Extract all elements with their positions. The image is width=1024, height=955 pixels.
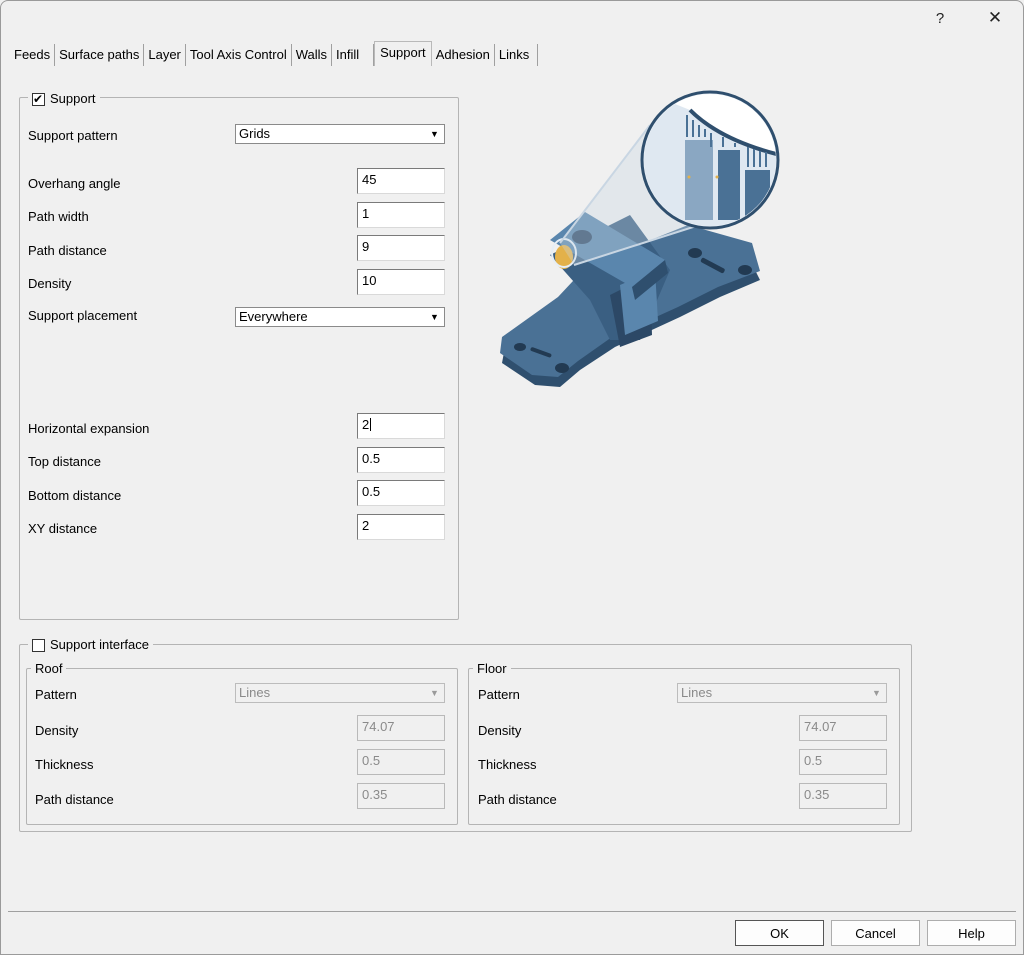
support-interface-title: Support interface bbox=[50, 637, 150, 652]
support-interface-legend: Support interface bbox=[28, 637, 154, 653]
roof-density-label: Density bbox=[35, 723, 79, 738]
roof-thickness-label: Thickness bbox=[35, 757, 94, 772]
path-width-input[interactable]: 1 bbox=[357, 202, 445, 228]
support-illustration bbox=[500, 90, 780, 387]
roof-density-input[interactable]: 74.07 bbox=[357, 715, 445, 741]
roof-pattern-label: Pattern bbox=[35, 687, 77, 702]
overhang-angle-input[interactable]: 45 bbox=[357, 168, 445, 194]
support-pattern-value: Grids bbox=[239, 126, 271, 141]
floor-title: Floor bbox=[477, 661, 507, 676]
top-distance-input[interactable]: 0.5 bbox=[357, 447, 445, 473]
floor-path-distance-label: Path distance bbox=[478, 792, 557, 807]
roof-pattern-value: Lines bbox=[239, 685, 271, 700]
tab-strip: Feeds Surface paths Layer Tool Axis Cont… bbox=[10, 41, 539, 66]
support-pattern-select[interactable]: Grids ▼ bbox=[235, 124, 445, 144]
roof-path-distance-label: Path distance bbox=[35, 792, 114, 807]
help-icon: ? bbox=[935, 9, 945, 27]
close-button[interactable]: ✕ bbox=[975, 4, 1015, 32]
support-placement-label: Support placement bbox=[28, 308, 138, 323]
help-button[interactable]: Help bbox=[927, 920, 1016, 946]
xy-distance-label: XY distance bbox=[28, 521, 98, 536]
floor-thickness-label: Thickness bbox=[478, 757, 537, 772]
floor-legend: Floor bbox=[473, 661, 511, 677]
roof-thickness-input[interactable]: 0.5 bbox=[357, 749, 445, 775]
path-distance-label: Path distance bbox=[28, 243, 107, 258]
path-width-label: Path width bbox=[28, 209, 89, 224]
floor-density-label: Density bbox=[478, 723, 522, 738]
text-caret bbox=[370, 418, 372, 431]
footer-divider bbox=[8, 911, 1016, 912]
path-distance-input[interactable]: 9 bbox=[357, 235, 445, 261]
tab-surface-paths[interactable]: Surface paths bbox=[55, 44, 145, 66]
chevron-down-icon: ▼ bbox=[430, 688, 439, 698]
floor-pattern-label: Pattern bbox=[478, 687, 520, 702]
support-interface-checkbox[interactable] bbox=[32, 638, 45, 652]
chevron-down-icon: ▼ bbox=[430, 312, 439, 322]
support-pattern-label: Support pattern bbox=[28, 128, 118, 143]
floor-thickness-input[interactable]: 0.5 bbox=[799, 749, 887, 775]
density-input[interactable]: 10 bbox=[357, 269, 445, 295]
chevron-down-icon: ▼ bbox=[872, 688, 881, 698]
tab-walls[interactable]: Walls bbox=[292, 44, 333, 66]
floor-pattern-select[interactable]: Lines ▼ bbox=[677, 683, 887, 703]
ok-button[interactable]: OK bbox=[735, 920, 824, 946]
tab-links[interactable]: Links bbox=[495, 44, 539, 66]
support-checkbox[interactable] bbox=[32, 91, 45, 107]
roof-path-distance-input[interactable]: 0.35 bbox=[357, 783, 445, 809]
support-title: Support bbox=[50, 91, 96, 106]
floor-density-input[interactable]: 74.07 bbox=[799, 715, 887, 741]
chevron-down-icon: ▼ bbox=[430, 129, 439, 139]
horizontal-expansion-input[interactable]: 2 bbox=[357, 413, 445, 439]
tab-support[interactable]: Support bbox=[374, 41, 432, 66]
density-label: Density bbox=[28, 276, 72, 291]
tab-tool-axis-control[interactable]: Tool Axis Control bbox=[186, 44, 292, 66]
cancel-button[interactable]: Cancel bbox=[831, 920, 920, 946]
top-distance-label: Top distance bbox=[28, 454, 101, 469]
horizontal-expansion-value: 2 bbox=[362, 417, 370, 432]
tab-adhesion[interactable]: Adhesion bbox=[432, 44, 495, 66]
tab-infill[interactable]: Infill bbox=[332, 44, 375, 66]
zoom-detail-image bbox=[640, 90, 780, 230]
xy-distance-input[interactable]: 2 bbox=[357, 514, 445, 540]
floor-pattern-value: Lines bbox=[681, 685, 713, 700]
support-placement-select[interactable]: Everywhere ▼ bbox=[235, 307, 445, 327]
roof-legend: Roof bbox=[31, 661, 67, 677]
overhang-angle-label: Overhang angle bbox=[28, 176, 121, 191]
support-group-legend: Support bbox=[28, 91, 100, 107]
support-placement-value: Everywhere bbox=[239, 309, 308, 324]
tab-layer[interactable]: Layer bbox=[144, 44, 186, 66]
help-title-button[interactable]: ? bbox=[920, 4, 960, 32]
close-icon: ✕ bbox=[987, 8, 1003, 27]
tab-feeds[interactable]: Feeds bbox=[10, 44, 56, 66]
bottom-distance-input[interactable]: 0.5 bbox=[357, 480, 445, 506]
roof-title: Roof bbox=[35, 661, 63, 676]
bottom-distance-label: Bottom distance bbox=[28, 488, 122, 503]
floor-path-distance-input[interactable]: 0.35 bbox=[799, 783, 887, 809]
horizontal-expansion-label: Horizontal expansion bbox=[28, 421, 150, 436]
roof-pattern-select[interactable]: Lines ▼ bbox=[235, 683, 445, 703]
